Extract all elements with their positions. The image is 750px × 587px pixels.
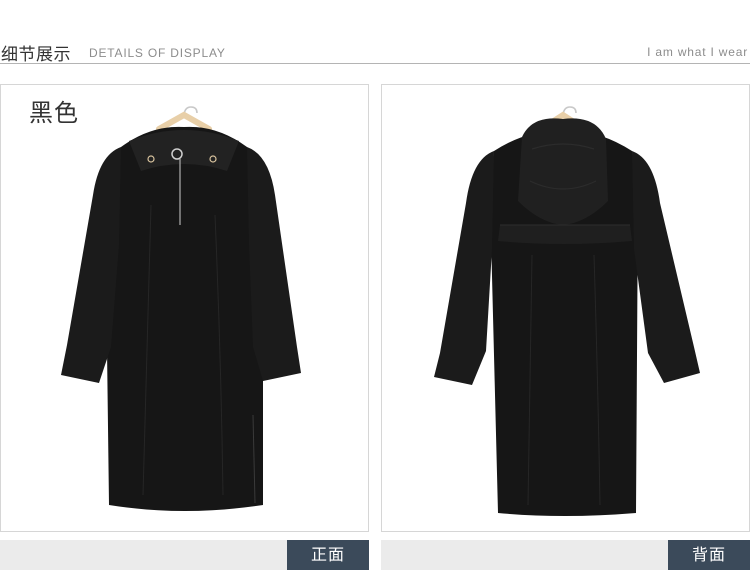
- front-caption-tag: 正面: [287, 540, 369, 570]
- brand-tagline: I am what I wear: [647, 45, 748, 59]
- front-caption-bar: 正面: [0, 540, 369, 570]
- back-view-panel: [381, 84, 750, 532]
- section-header: 细节展示 DETAILS OF DISPLAY I am what I wear: [0, 36, 750, 65]
- color-label: 黑色: [29, 99, 79, 127]
- front-view-panel: 黑色: [0, 84, 369, 532]
- back-view-image: [434, 106, 700, 517]
- header-divider: [0, 63, 750, 64]
- front-view-image: [61, 106, 301, 512]
- section-title-en: DETAILS OF DISPLAY: [89, 46, 226, 60]
- back-caption-bar: 背面: [381, 540, 750, 570]
- back-caption-tag: 背面: [668, 540, 750, 570]
- section-title-cn: 细节展示: [1, 45, 71, 65]
